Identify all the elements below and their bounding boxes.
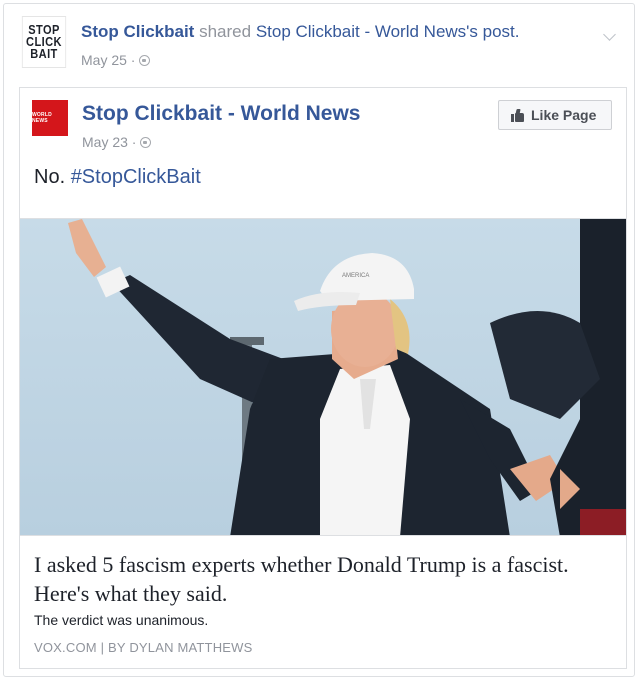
cap-lettering: AMERICA [342, 273, 369, 279]
sharer-link[interactable]: Stop Clickbait [81, 22, 194, 41]
chevron-down-icon[interactable] [603, 28, 616, 41]
original-post: WORLD NEWS Stop Clickbait - World News M… [19, 87, 627, 669]
page-name-link[interactable]: Stop Clickbait - World News [82, 102, 360, 126]
photo-illustration: AMERICA [20, 219, 626, 535]
status-body: No. [34, 166, 71, 188]
hashtag-link[interactable]: #StopClickBait [71, 166, 201, 188]
link-preview-caption: VOX.COM | BY DYLAN MATTHEWS [34, 640, 253, 655]
globe-icon [139, 54, 151, 66]
shared-post-meta: May 25 · [81, 52, 151, 68]
shared-post-header: STOP CLICK BAIT Stop Clickbait shared St… [18, 16, 622, 76]
shared-post-date[interactable]: May 25 · [81, 52, 135, 68]
link-preview-image[interactable]: AMERICA [20, 218, 626, 536]
like-page-label: Like Page [531, 107, 597, 123]
thumbs-up-icon [511, 108, 525, 122]
avatar-text: WORLD NEWS [32, 112, 52, 124]
world-news-avatar[interactable]: WORLD NEWS [32, 100, 68, 136]
original-post-meta: May 23 · [82, 134, 152, 150]
original-post-date[interactable]: May 23 · [82, 134, 136, 150]
original-post-link[interactable]: Stop Clickbait - World News's post. [256, 22, 520, 41]
stop-clickbait-avatar[interactable]: STOP CLICK BAIT [21, 16, 67, 68]
avatar-text-line: BAIT [30, 46, 58, 61]
shared-post-card: STOP CLICK BAIT Stop Clickbait shared St… [3, 3, 635, 677]
shared-post-title: Stop Clickbait shared Stop Clickbait - W… [81, 22, 520, 42]
link-preview-title[interactable]: I asked 5 fascism experts whether Donald… [34, 550, 614, 608]
link-preview-description: The verdict was unanimous. [34, 612, 209, 628]
globe-icon [140, 136, 152, 148]
like-page-button[interactable]: Like Page [498, 100, 612, 130]
post-status-text: No. #StopClickBait [34, 166, 201, 189]
shared-action-text: shared [199, 22, 252, 41]
